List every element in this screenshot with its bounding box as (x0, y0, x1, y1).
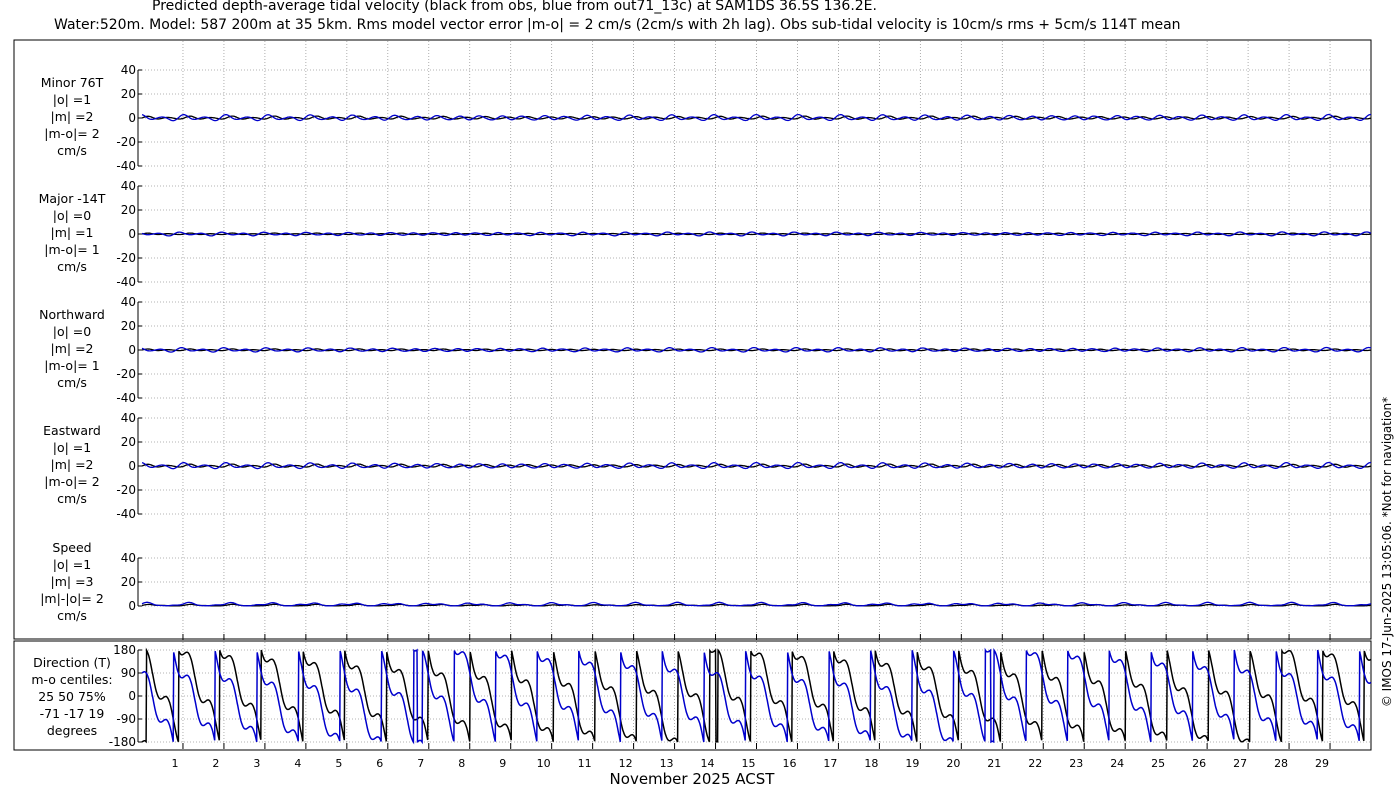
copyright-notice: © IMOS 17-Jun-2025 13:05:06. *Not for na… (1380, 397, 1394, 707)
panel-minor-76t: 40 20 0 -20 -40 Minor 76T |o| =1 |m| =2 |m-o|= 2… (41, 63, 1372, 173)
y-tick-label: -40 (116, 159, 136, 173)
x-tick-labels: 1 2 3 4 5 6 7 8 9 10 11 12 13 14 15 16 17 18 19 20 21 22 23 24 2… (171, 757, 1329, 770)
panel-side-label: |o| =0 (53, 324, 92, 339)
panel-side-label: cm/s (57, 259, 87, 274)
panel-side-label: -71 -17 19 (40, 706, 105, 721)
x-tick-label: 6 (376, 757, 383, 770)
y-tick-label: -40 (116, 507, 136, 521)
x-axis-label: November 2025 ACST (610, 770, 776, 788)
panel-side-label: 25 50 75% (38, 689, 106, 704)
y-tick-label: 0 (128, 599, 136, 613)
panel-side-label: |m-o|= 1 (44, 242, 99, 257)
panel-side-label: Eastward (43, 423, 101, 438)
x-tick-label: 24 (1110, 757, 1124, 770)
y-tick-label: -40 (116, 275, 136, 289)
upper-frame (13, 39, 1372, 640)
x-tick-label: 14 (701, 757, 715, 770)
y-tick-label: -180 (109, 735, 136, 749)
tidal-velocity-figure: 40200-20-40Minor 76T|o| =1|m| =2|m-o|= 2… (13, 39, 1394, 788)
panel-side-label: Direction (T) (33, 655, 111, 670)
panel-direction-t: 180 90 0 -90 -180 Direction (T) m-o centiles: 2… (31, 643, 1372, 749)
x-tick-label: 1 (171, 757, 178, 770)
y-tick-label: -20 (116, 251, 136, 265)
panel-side-label: cm/s (57, 375, 87, 390)
y-tick-label: 40 (121, 63, 136, 77)
panel-side-label: |m-o|= 2 (44, 474, 99, 489)
x-tick-label: 20 (946, 757, 960, 770)
y-tick-label: 20 (121, 319, 136, 333)
y-tick-label: 40 (121, 179, 136, 193)
y-tick-label: 40 (121, 411, 136, 425)
x-tick-label: 16 (782, 757, 796, 770)
x-tick-label: 5 (335, 757, 342, 770)
y-tick-label: 0 (128, 689, 136, 703)
panel-eastward: 40 20 0 -20 -40 Eastward |o| =1 |m| =2 |m-o|= 2 c… (43, 411, 1372, 521)
panel-side-label: |m|-|o|= 2 (40, 591, 104, 606)
x-tick-label: 4 (294, 757, 301, 770)
y-tick-label: 40 (121, 551, 136, 565)
x-tick-label: 23 (1069, 757, 1083, 770)
panel-speed: 40 20 0 Speed |o| =1 |m| =3 |m|-|o|= 2 cm/s (40, 540, 1372, 623)
y-tick-label: 20 (121, 575, 136, 589)
x-tick-label: 25 (1151, 757, 1165, 770)
y-tick-label: 0 (128, 343, 136, 357)
x-tick-label: 7 (417, 757, 424, 770)
x-tick-label: 18 (864, 757, 878, 770)
x-tick-label: 17 (823, 757, 837, 770)
panel-side-label: Northward (39, 307, 105, 322)
panel-side-label: |o| =0 (53, 208, 92, 223)
panel-side-label: cm/s (57, 143, 87, 158)
y-tick-label: -20 (116, 367, 136, 381)
panel-side-label: |m| =1 (51, 225, 94, 240)
x-tick-label: 8 (458, 757, 465, 770)
y-tick-label: 0 (128, 227, 136, 241)
y-tick-label: -20 (116, 135, 136, 149)
panel-side-label: |o| =1 (53, 557, 91, 572)
panel-side-label: Major -14T (39, 191, 106, 206)
y-tick-label: 90 (121, 666, 136, 680)
x-tick-label: 26 (1192, 757, 1206, 770)
panel-side-label: |o| =1 (53, 440, 91, 455)
x-tick-label: 15 (742, 757, 756, 770)
panel-major-14t: 40 20 0 -20 -40 Major -14T |o| =0 |m| =1 |m-o|= … (39, 179, 1372, 289)
panel-side-label: m-o centiles: (31, 672, 112, 687)
day-gridlines (182, 41, 1331, 749)
panel-side-label: |m| =2 (51, 109, 94, 124)
y-tick-label: 20 (121, 203, 136, 217)
x-tick-label: 10 (537, 757, 551, 770)
panel-side-label: cm/s (57, 491, 87, 506)
panel-side-label: |o| =1 (53, 92, 91, 107)
y-tick-label: -20 (116, 483, 136, 497)
x-tick-label: 13 (660, 757, 674, 770)
x-tick-label: 27 (1233, 757, 1247, 770)
panel-side-label: |m| =3 (51, 574, 94, 589)
x-tick-label: 21 (987, 757, 1001, 770)
y-tick-label: -90 (116, 712, 136, 726)
x-tick-label: 22 (1028, 757, 1042, 770)
panel-side-label: cm/s (57, 608, 87, 623)
panel-side-label: Minor 76T (41, 75, 104, 90)
x-tick-label: 28 (1274, 757, 1288, 770)
panel-side-label: Speed (52, 540, 91, 555)
y-tick-label: 0 (128, 111, 136, 125)
x-tick-label: 29 (1315, 757, 1329, 770)
x-tick-label: 19 (905, 757, 919, 770)
panel-northward: 40 20 0 -20 -40 Northward |o| =0 |m| =2 |m-o|= 1… (39, 295, 1372, 405)
y-tick-label: 20 (121, 435, 136, 449)
panel-side-label: |m| =2 (51, 341, 94, 356)
y-tick-label: 20 (121, 87, 136, 101)
y-tick-label: 0 (128, 459, 136, 473)
x-tick-label: 9 (499, 757, 506, 770)
x-tick-label: 3 (253, 757, 260, 770)
panel-side-label: |m-o|= 1 (44, 358, 99, 373)
x-tick-label: 11 (578, 757, 592, 770)
panel-side-label: |m-o|= 2 (44, 126, 99, 141)
panel-side-label: degrees (47, 723, 97, 738)
x-tick-label: 12 (619, 757, 633, 770)
panel-side-label: |m| =2 (51, 457, 94, 472)
y-tick-label: -40 (116, 391, 136, 405)
y-tick-label: 40 (121, 295, 136, 309)
x-tick-label: 2 (212, 757, 219, 770)
y-tick-label: 180 (113, 643, 136, 657)
